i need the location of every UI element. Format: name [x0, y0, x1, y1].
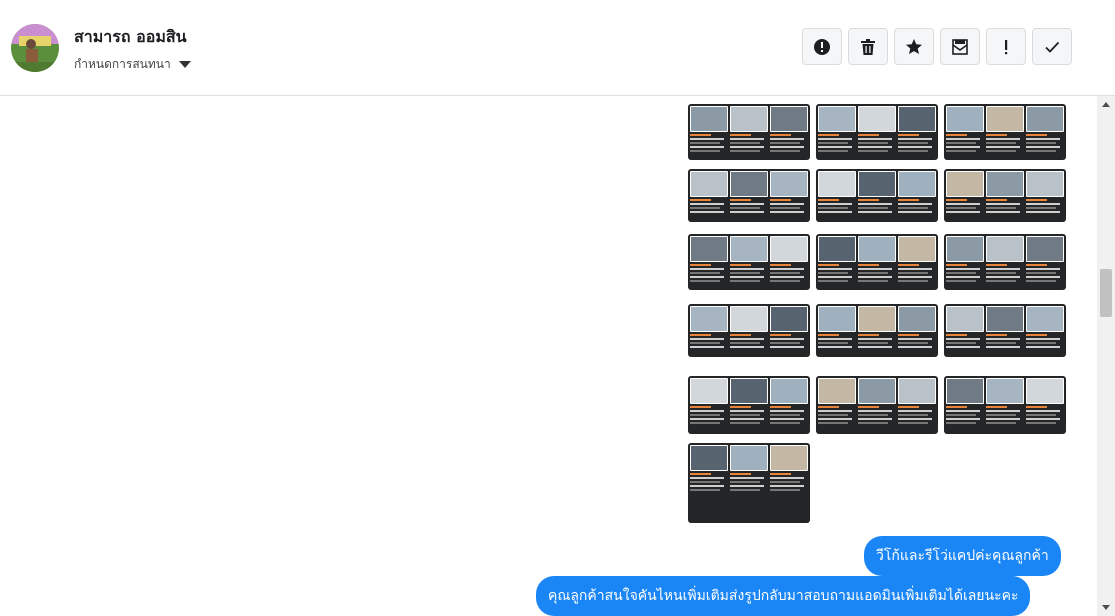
exclamation-icon [1005, 39, 1008, 54]
message-thread: วีโก้และรีโว่แคปค่ะคุณลูกค้า คุณลูกค้าสน… [0, 96, 1097, 616]
contact-name[interactable]: สามารถ ออมสิน [74, 25, 187, 50]
message-bubble[interactable]: คุณลูกค้าสนใจคันไหนเพิ่มเติมส่งรูปกลับมา… [536, 576, 1031, 616]
shared-image-thumbnail[interactable] [688, 234, 810, 290]
star-button[interactable] [894, 28, 934, 65]
important-button[interactable] [986, 28, 1026, 65]
scroll-up-arrow-icon[interactable] [1102, 102, 1110, 107]
shared-image-thumbnail[interactable] [688, 304, 810, 357]
shared-image-thumbnail[interactable] [816, 304, 938, 357]
shared-image-thumbnail[interactable] [944, 376, 1066, 434]
shared-image-thumbnail[interactable] [688, 104, 810, 160]
shared-image-thumbnail[interactable] [688, 443, 810, 523]
scroll-down-arrow-icon[interactable] [1102, 605, 1110, 610]
shared-image-thumbnail[interactable] [816, 376, 938, 434]
delete-button[interactable] [848, 28, 888, 65]
star-icon [906, 38, 922, 54]
message-bubble[interactable]: วีโก้และรีโว่แคปค่ะคุณลูกค้า [864, 536, 1061, 576]
conversation-header: สามารถ ออมสิน กำหนดการสนทนา [0, 0, 1115, 96]
avatar[interactable] [11, 24, 59, 72]
scrollbar-thumb[interactable] [1100, 269, 1112, 317]
caret-down-icon [178, 61, 191, 68]
shared-image-thumbnail[interactable] [944, 304, 1066, 357]
shared-image-thumbnail[interactable] [816, 169, 938, 222]
check-icon [1045, 41, 1060, 53]
shared-image-thumbnail[interactable] [816, 234, 938, 290]
shared-image-thumbnail[interactable] [944, 234, 1066, 290]
conversation-actions [802, 28, 1072, 68]
shared-image-thumbnail[interactable] [688, 376, 810, 434]
shared-image-thumbnail[interactable] [688, 169, 810, 222]
conversation-settings-dropdown[interactable]: กำหนดการสนทนา [74, 55, 191, 74]
alert-circle-icon [814, 38, 830, 55]
report-button[interactable] [802, 28, 842, 65]
shared-image-thumbnail[interactable] [944, 169, 1066, 222]
shared-image-thumbnail[interactable] [944, 104, 1066, 160]
mark-unread-button[interactable] [940, 28, 980, 65]
scrollbar[interactable] [1097, 96, 1115, 616]
done-button[interactable] [1032, 28, 1072, 65]
trash-icon [861, 38, 875, 55]
envelope-icon [952, 38, 968, 55]
conversation-settings-label: กำหนดการสนทนา [74, 57, 171, 71]
shared-image-thumbnail[interactable] [816, 104, 938, 160]
